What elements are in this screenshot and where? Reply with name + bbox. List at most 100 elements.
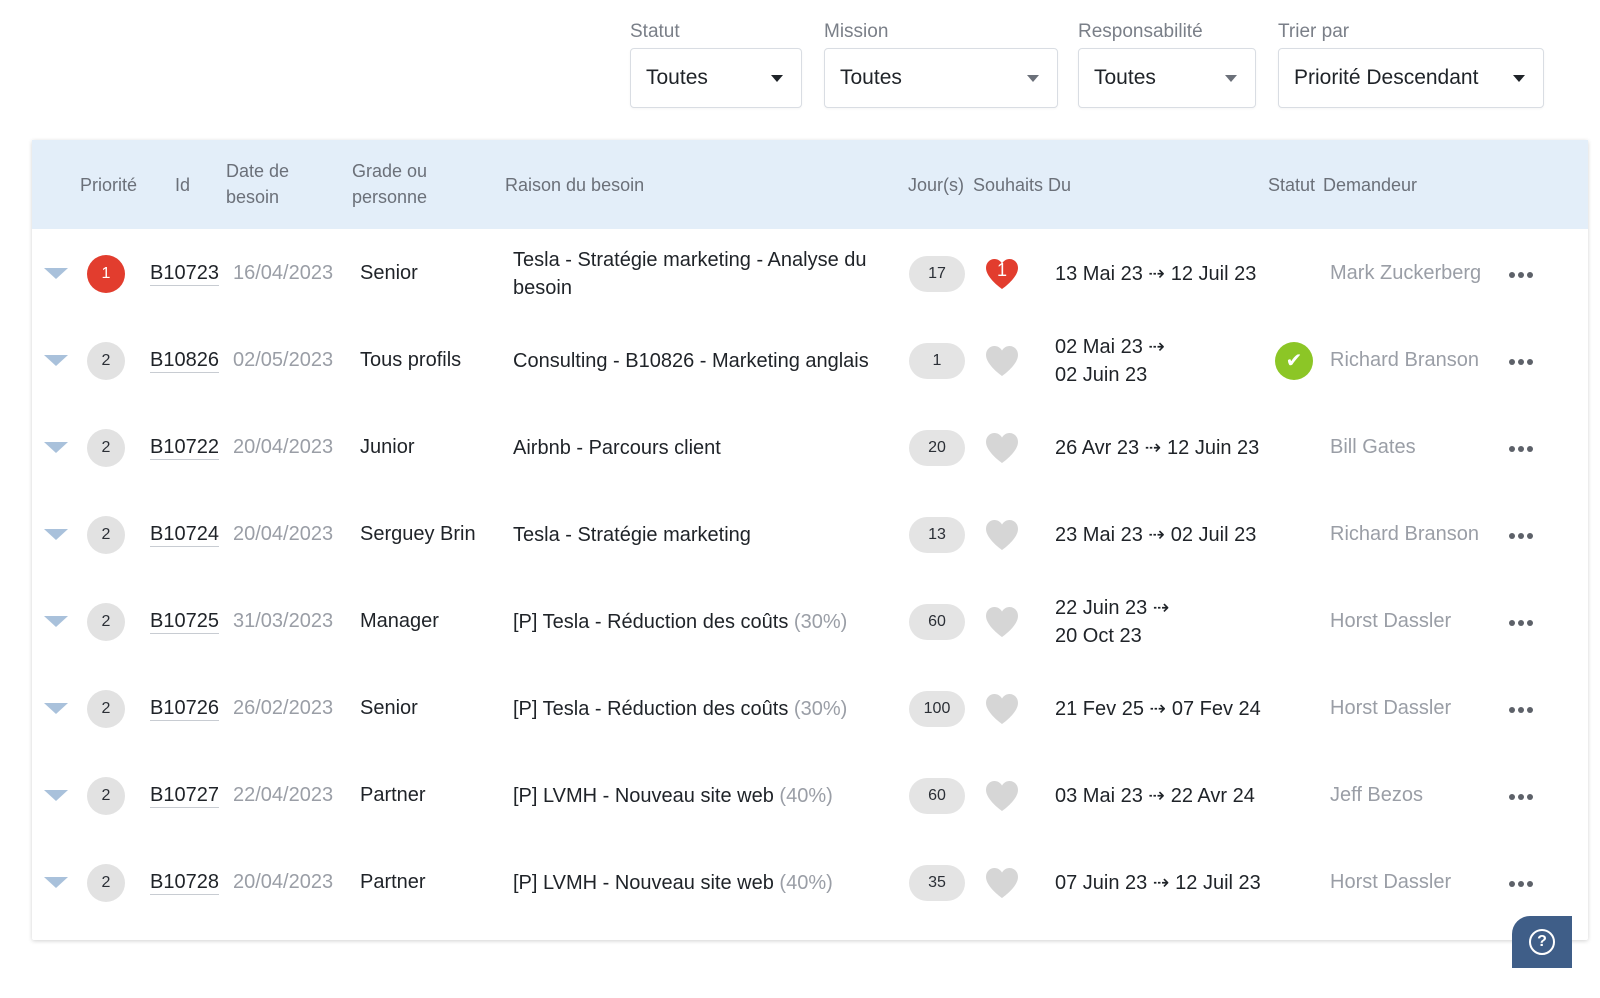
wish-toggle[interactable] [983, 865, 1021, 901]
mission-select[interactable]: Toutes [824, 48, 1058, 108]
row-actions-button[interactable] [1509, 526, 1536, 544]
more-icon-dot [1527, 880, 1533, 887]
need-period-line1: 13 Mai 23 ⇢ 12 Juil 23 [1055, 262, 1257, 285]
header-reason[interactable]: Raison du besoin [505, 172, 644, 198]
requester-name: Richard Branson [1330, 349, 1479, 371]
filter-responsibility-label: Responsabilité [1078, 21, 1203, 42]
header-id[interactable]: Id [175, 172, 190, 198]
responsibility-select[interactable]: Toutes [1078, 48, 1256, 108]
row-actions-button[interactable] [1509, 700, 1536, 718]
more-icon [1509, 706, 1515, 713]
need-reason-percent: (40%) [779, 871, 833, 894]
help-button[interactable]: ? [1512, 916, 1572, 968]
status-select[interactable]: Toutes [630, 48, 802, 108]
expand-toggle[interactable] [44, 664, 68, 753]
table-row[interactable]: 2 B10726 26/02/2023 Senior [P] Tesla - Réduc… [32, 664, 1588, 753]
more-icon [1509, 445, 1515, 452]
chevron-down-icon [44, 268, 68, 279]
header-grade-line1: Grade ou [352, 161, 428, 181]
expand-toggle[interactable] [44, 751, 68, 840]
header-days[interactable]: Jour(s) [908, 172, 964, 198]
expand-toggle[interactable] [44, 316, 68, 405]
need-grade: Senior [360, 697, 418, 719]
header-status[interactable]: Statut [1268, 172, 1315, 198]
requester-name: Horst Dassler [1330, 871, 1452, 893]
header-priority[interactable]: Priorité [80, 172, 137, 198]
need-id-link[interactable]: B10727 [150, 784, 219, 808]
row-actions-button[interactable] [1509, 874, 1536, 892]
days-badge: 60 [909, 603, 965, 640]
need-id-link[interactable]: B10726 [150, 697, 219, 721]
need-reason: Tesla - Stratégie marketing - Analyse du… [513, 246, 893, 302]
header-date-line1: Date de [226, 161, 290, 181]
wish-toggle[interactable] [983, 691, 1021, 727]
need-reason-text: [P] Tesla - Réduction des coûts [513, 610, 789, 633]
days-badge: 60 [909, 777, 965, 814]
need-date: 22/04/2023 [233, 784, 334, 806]
heart-icon [986, 606, 1018, 637]
filter-sort: Trier par Priorité Descendant [1278, 18, 1544, 108]
wish-toggle[interactable]: 1 [983, 256, 1021, 292]
row-actions-button[interactable] [1509, 352, 1536, 370]
need-id-link[interactable]: B10725 [150, 610, 219, 634]
heart-icon [986, 519, 1018, 550]
expand-toggle[interactable] [44, 490, 68, 579]
need-period-line1: 26 Avr 23 ⇢ 12 Juin 23 [1055, 436, 1260, 459]
expand-toggle[interactable] [44, 403, 68, 492]
more-icon [1509, 619, 1515, 626]
requester-name: Horst Dassler [1330, 697, 1452, 719]
header-date[interactable]: Date de besoin [226, 158, 289, 210]
days-badge: 13 [909, 516, 965, 553]
table-row[interactable]: 2 B10724 20/04/2023 Serguey Brin Tesla - Str… [32, 490, 1588, 579]
expand-toggle[interactable] [44, 838, 68, 927]
expand-toggle[interactable] [44, 577, 68, 666]
wish-toggle[interactable] [983, 343, 1021, 379]
need-id-link[interactable]: B10722 [150, 436, 219, 460]
row-actions-button[interactable] [1509, 787, 1536, 805]
filter-mission: Mission Toutes [824, 18, 1058, 108]
need-reason: Tesla - Stratégie marketing [513, 521, 893, 549]
status-select-value: Toutes [646, 66, 708, 89]
row-actions-button[interactable] [1509, 613, 1536, 631]
more-icon-dot [1527, 358, 1533, 365]
header-grade[interactable]: Grade ou personne [352, 158, 427, 210]
row-actions-button[interactable] [1509, 265, 1536, 283]
table-row[interactable]: 2 B10727 22/04/2023 Partner [P] LVMH - Nouve… [32, 751, 1588, 840]
need-period-line1: 23 Mai 23 ⇢ 02 Juil 23 [1055, 523, 1257, 546]
expand-toggle[interactable] [44, 229, 68, 318]
more-icon-dot [1527, 271, 1533, 278]
table-row[interactable]: 2 B10722 20/04/2023 Junior Airbnb - Parcours… [32, 403, 1588, 492]
header-requester[interactable]: Demandeur [1323, 172, 1417, 198]
need-id-link[interactable]: B10723 [150, 262, 219, 286]
filter-responsibility: Responsabilité Toutes [1078, 18, 1256, 108]
need-period: 03 Mai 23 ⇢ 22 Avr 24 [1055, 782, 1255, 810]
need-id-link[interactable]: B10724 [150, 523, 219, 547]
more-icon-dot [1518, 619, 1524, 626]
need-period-line2: 20 Oct 23 [1055, 624, 1142, 647]
header-date-line2: besoin [226, 187, 280, 207]
priority-badge: 2 [87, 863, 125, 902]
row-actions-button[interactable] [1509, 439, 1536, 457]
table-row[interactable]: 2 B10725 31/03/2023 Manager [P] Tesla - Rédu… [32, 577, 1588, 666]
table-row[interactable]: 2 B10826 02/05/2023 Tous profils Consulting … [32, 316, 1588, 405]
need-period: 22 Juin 23 ⇢ 20 Oct 23 [1055, 594, 1170, 650]
need-reason-text: Tesla - Stratégie marketing [513, 523, 751, 546]
wish-toggle[interactable] [983, 604, 1021, 640]
chevron-down-icon [44, 790, 68, 801]
wish-toggle[interactable] [983, 430, 1021, 466]
sort-select[interactable]: Priorité Descendant [1278, 48, 1544, 108]
need-reason: [P] LVMH - Nouveau site web (40%) [513, 782, 893, 810]
table-row[interactable]: 2 B10728 20/04/2023 Partner [P] LVMH - Nouve… [32, 838, 1588, 927]
days-badge: 17 [909, 255, 965, 292]
header-wishes[interactable]: Souhaits [973, 172, 1043, 198]
wish-toggle[interactable] [983, 517, 1021, 553]
need-period: 13 Mai 23 ⇢ 12 Juil 23 [1055, 260, 1256, 288]
more-icon-dot [1518, 880, 1524, 887]
wish-toggle[interactable] [983, 778, 1021, 814]
sort-select-value: Priorité Descendant [1294, 66, 1479, 89]
need-id-link[interactable]: B10826 [150, 349, 219, 373]
need-date: 20/04/2023 [233, 436, 334, 458]
table-row[interactable]: 1 B10723 16/04/2023 Senior Tesla - Stratégie… [32, 229, 1588, 318]
need-id-link[interactable]: B10728 [150, 871, 219, 895]
header-period[interactable]: Du [1048, 172, 1071, 198]
